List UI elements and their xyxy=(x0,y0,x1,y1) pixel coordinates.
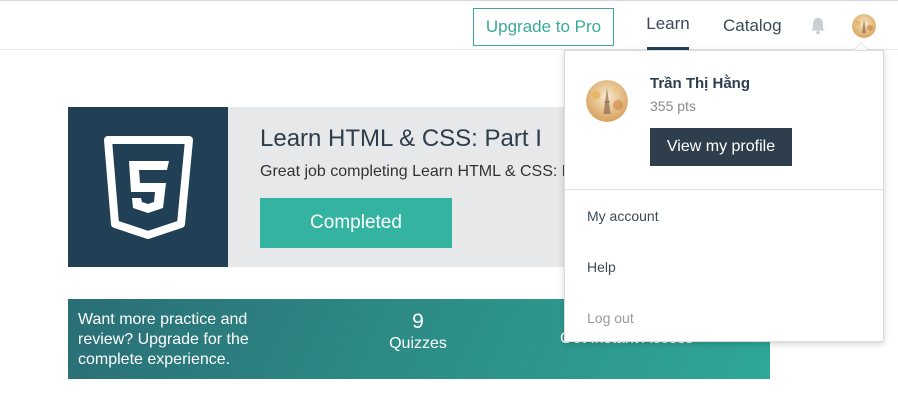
course-description: Great job completing Learn HTML & CSS: P… xyxy=(260,163,582,180)
menu-item-log-out[interactable]: Log out xyxy=(587,310,634,326)
avatar[interactable] xyxy=(852,14,876,38)
user-dropdown-menu: Trần Thị Hằng 355 pts View my profile My… xyxy=(564,50,884,342)
menu-item-help[interactable]: Help xyxy=(587,259,616,275)
profile-avatar xyxy=(586,80,628,122)
completed-button[interactable]: Completed xyxy=(260,198,452,248)
upgrade-to-pro-button[interactable]: Upgrade to Pro xyxy=(473,8,614,46)
bell-icon[interactable] xyxy=(808,16,828,36)
quizzes-label: Quizzes xyxy=(389,335,447,352)
nav-learn[interactable]: Learn xyxy=(646,1,690,50)
nav-catalog[interactable]: Catalog xyxy=(723,1,782,50)
promo-stat: 9 Quizzes xyxy=(380,310,456,354)
html5-icon xyxy=(68,107,228,267)
view-profile-button[interactable]: View my profile xyxy=(650,128,792,166)
menu-item-my-account[interactable]: My account xyxy=(587,208,659,224)
page: Upgrade to Pro Learn Catalog Learn HTML … xyxy=(0,0,898,411)
promo-text: Want more practice and review? Upgrade f… xyxy=(78,311,249,368)
user-points: 355 pts xyxy=(650,98,696,114)
user-name: Trần Thị Hằng xyxy=(650,75,751,92)
course-title[interactable]: Learn HTML & CSS: Part I xyxy=(260,125,542,153)
dropdown-divider xyxy=(565,189,883,190)
quizzes-count: 9 xyxy=(412,310,424,333)
top-navbar: Upgrade to Pro Learn Catalog xyxy=(0,0,898,50)
